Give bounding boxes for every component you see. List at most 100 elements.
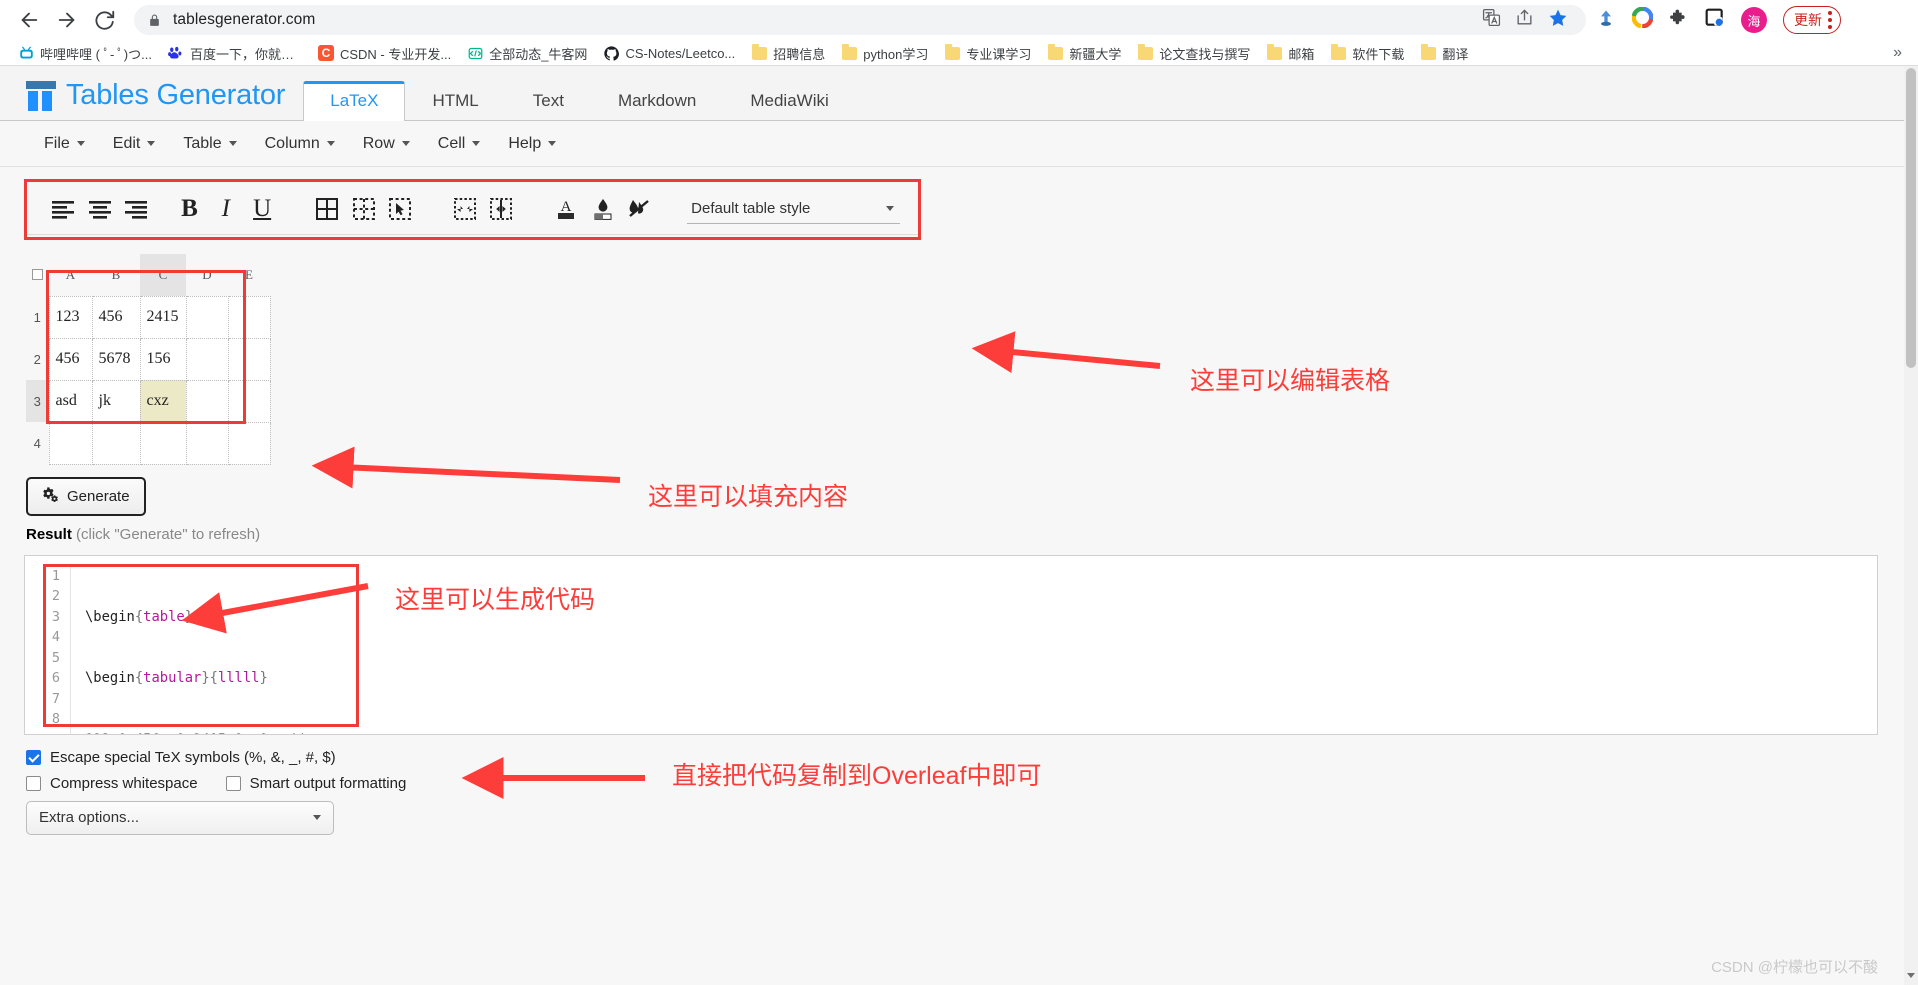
text-color-icon[interactable]: A (548, 192, 584, 226)
profile-avatar[interactable]: 海 (1741, 7, 1767, 33)
forward-button[interactable] (50, 3, 84, 37)
cell-e1[interactable] (227, 295, 271, 339)
cell-d4[interactable] (185, 421, 229, 465)
select-all-checkbox[interactable] (26, 254, 49, 296)
cell-b2[interactable]: 5678 (91, 337, 141, 381)
cell-b3[interactable]: jk (91, 379, 141, 423)
align-left-icon[interactable] (45, 192, 81, 226)
page-scrollbar[interactable] (1904, 66, 1918, 985)
clear-formatting-icon[interactable] (621, 192, 657, 226)
menu-cell[interactable]: Cell (424, 129, 495, 159)
bookmark-item[interactable]: CS-Notes/Leetco... (595, 43, 743, 63)
extension-blue-icon[interactable] (1596, 8, 1616, 33)
menu-table[interactable]: Table (169, 129, 250, 159)
escape-checkbox[interactable] (26, 749, 41, 765)
bookmark-item[interactable]: 哔哩哔哩 ( ﾟ- ﾟ)つ... (10, 42, 160, 65)
cell-c1[interactable]: 2415 (139, 295, 187, 339)
bookmark-item[interactable]: 新疆大学 (1039, 42, 1129, 65)
row-header-4[interactable]: 4 (26, 422, 49, 464)
column-header-d[interactable]: D (186, 254, 228, 296)
bookmark-item[interactable]: 论文查找与撰写 (1129, 42, 1258, 65)
row-header-2[interactable]: 2 (26, 338, 49, 380)
folder-icon (751, 43, 767, 61)
column-header-a[interactable]: A (49, 254, 92, 296)
split-cells-icon[interactable] (483, 192, 519, 226)
back-button[interactable] (12, 3, 46, 37)
column-header-c[interactable]: C (140, 254, 186, 296)
chrome-menu-icon[interactable] (1828, 11, 1832, 29)
bookmark-item[interactable]: 全部动态_牛客网 (459, 42, 595, 65)
line-number: 1 (51, 567, 60, 584)
menu-row[interactable]: Row (349, 129, 424, 159)
underline-icon[interactable]: U (244, 192, 280, 226)
smart-output-checkbox[interactable] (225, 775, 241, 791)
cell-a3[interactable]: asd (48, 379, 93, 423)
menu-edit[interactable]: Edit (99, 129, 170, 159)
cell-c4[interactable] (139, 421, 187, 465)
cell-e4[interactable] (227, 421, 271, 465)
bookmark-item[interactable]: python学习 (833, 42, 936, 65)
cell-a4[interactable] (48, 421, 93, 465)
cell-b1[interactable]: 456 (91, 295, 141, 339)
google-colors-icon[interactable] (1631, 6, 1654, 33)
row-header-3[interactable]: 3 (26, 380, 49, 422)
tab-html[interactable]: HTML (405, 81, 505, 121)
cell-e2[interactable] (227, 337, 271, 381)
puzzle-icon[interactable] (1669, 8, 1689, 33)
cell-d3[interactable] (185, 379, 229, 423)
align-right-icon[interactable] (118, 192, 154, 226)
italic-icon[interactable]: I (208, 192, 244, 226)
reload-button[interactable] (88, 3, 122, 37)
table-style-select[interactable]: Default table style (687, 194, 900, 224)
merge-cells-icon[interactable] (447, 192, 483, 226)
compress-checkbox[interactable] (26, 775, 41, 791)
borders-all-icon[interactable] (309, 192, 345, 226)
borders-select-icon[interactable] (382, 192, 418, 226)
translate-icon[interactable] (1482, 8, 1501, 32)
scroll-down-icon[interactable] (1907, 973, 1915, 981)
tab-markdown[interactable]: Markdown (591, 81, 723, 121)
menu-column[interactable]: Column (251, 129, 349, 159)
generate-button[interactable]: Generate (26, 476, 146, 516)
window-icon[interactable] (1705, 8, 1725, 33)
bookmark-item[interactable]: 翻译 (1412, 42, 1476, 65)
latex-output-area[interactable]: 1 2 3 4 5 6 7 8 \begin{table}[] \begin{t… (24, 554, 1878, 735)
cell-c3[interactable]: cxz (139, 379, 187, 423)
align-center-icon[interactable] (81, 192, 117, 226)
cell-a1[interactable]: 123 (48, 295, 93, 339)
cell-d1[interactable] (185, 295, 229, 339)
cell-e3[interactable] (227, 379, 271, 423)
bookmark-item[interactable]: C CSDN - 专业开发... (310, 42, 459, 65)
cell-d2[interactable] (185, 337, 229, 381)
share-icon[interactable] (1515, 8, 1534, 32)
bookmark-item[interactable]: 招聘信息 (743, 42, 833, 65)
bookmark-item[interactable]: 邮箱 (1258, 42, 1322, 65)
borders-none-icon[interactable] (345, 192, 381, 226)
menu-help[interactable]: Help (494, 129, 570, 159)
fill-color-icon[interactable] (584, 192, 620, 226)
scrollbar-thumb[interactable] (1906, 68, 1916, 368)
bookmark-item[interactable]: 专业课学习 (936, 42, 1039, 65)
bookmarks-overflow-button[interactable]: » (1893, 44, 1908, 62)
extra-options-select[interactable]: Extra options... (26, 800, 334, 835)
address-bar[interactable]: tablesgenerator.com (134, 5, 1586, 35)
column-header-e[interactable]: E (228, 254, 270, 296)
bookmark-item[interactable]: 软件下载 (1322, 42, 1412, 65)
row-header-1[interactable]: 1 (26, 296, 49, 338)
compress-option[interactable]: Compress whitespace (26, 775, 198, 792)
bold-icon[interactable]: B (171, 192, 207, 226)
code-text[interactable]: \begin{table}[] \begin{tabular}{lllll} 1… (71, 566, 309, 734)
cell-a2[interactable]: 456 (48, 337, 93, 381)
tab-mediawiki[interactable]: MediaWiki (723, 81, 855, 121)
spreadsheet[interactable]: A B C D E 1 123 456 2415 2 456 5678 156 (26, 254, 271, 465)
cell-b4[interactable] (91, 421, 141, 465)
tab-latex[interactable]: LaTeX (303, 81, 406, 121)
column-header-b[interactable]: B (92, 254, 140, 296)
bookmark-star-icon[interactable] (1548, 8, 1568, 33)
tab-text[interactable]: Text (506, 81, 591, 121)
update-button[interactable]: 更新 (1783, 6, 1841, 34)
menu-file[interactable]: File (30, 129, 99, 159)
bookmark-item[interactable]: 百度一下，你就知道 (160, 42, 310, 65)
cell-c2[interactable]: 156 (139, 337, 187, 381)
smart-output-option[interactable]: Smart output formatting (225, 775, 406, 792)
